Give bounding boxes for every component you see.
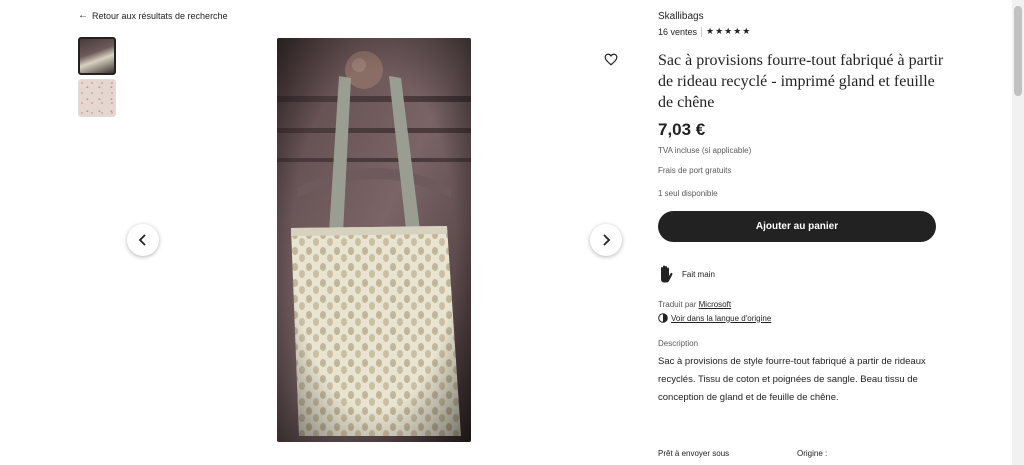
- product-title: Sac à provisions fourre-tout fabriqué à …: [658, 52, 944, 111]
- hand-icon: [661, 265, 673, 283]
- globe-icon: [658, 313, 668, 323]
- heart-icon: [604, 53, 618, 66]
- favorite-button[interactable]: [601, 49, 621, 69]
- product-price: 7,03 €: [658, 120, 706, 139]
- page-scrollbar[interactable]: [1012, 0, 1024, 465]
- gallery-thumbnail-1[interactable]: [78, 37, 116, 75]
- next-image-button[interactable]: [590, 224, 622, 256]
- shop-name[interactable]: Skallibags: [658, 11, 704, 22]
- translation-credit: Traduit par Microsoft: [658, 300, 731, 309]
- gallery-thumbnail-2[interactable]: [78, 79, 116, 117]
- ready-to-ship-label: Prêt à envoyer sous: [658, 449, 730, 458]
- view-original-language-link[interactable]: Voir dans la langue d'origine: [658, 313, 771, 323]
- chevron-right-icon: [603, 234, 611, 246]
- handmade-highlight: Fait main: [658, 265, 715, 283]
- microsoft-link[interactable]: Microsoft: [699, 300, 731, 309]
- tote-bag-photo: [277, 38, 471, 442]
- handmade-label: Fait main: [682, 269, 715, 279]
- divider: [701, 26, 703, 37]
- shipping-note: Frais de port gratuits: [658, 166, 732, 175]
- description-text: Sac à provisions de style fourre-tout fa…: [658, 356, 926, 403]
- back-to-results-link[interactable]: ← Retour aux résultats de recherche: [78, 10, 228, 21]
- arrow-left-icon: ←: [78, 10, 88, 21]
- scrollbar-thumb[interactable]: [1014, 6, 1022, 96]
- description-heading: Description: [658, 339, 699, 348]
- sales-count: 16 ventes: [658, 26, 698, 37]
- rating-stars-icon: ★★★★★: [706, 26, 752, 36]
- back-link-label: Retour aux résultats de recherche: [92, 10, 228, 21]
- vat-note: TVA incluse (si applicable): [658, 146, 752, 155]
- chevron-left-icon: [138, 234, 146, 246]
- origin-label: Origine :: [797, 449, 828, 458]
- view-original-label: Voir dans la langue d'origine: [671, 313, 772, 323]
- stock-note: 1 seul disponible: [658, 189, 718, 198]
- previous-image-button[interactable]: [127, 224, 159, 256]
- product-main-image: [277, 38, 471, 442]
- translated-by-label: Traduit par: [658, 300, 697, 309]
- shop-rating-row[interactable]: 16 ventes ★★★★★: [658, 26, 751, 37]
- add-to-cart-button[interactable]: Ajouter au panier: [658, 211, 936, 242]
